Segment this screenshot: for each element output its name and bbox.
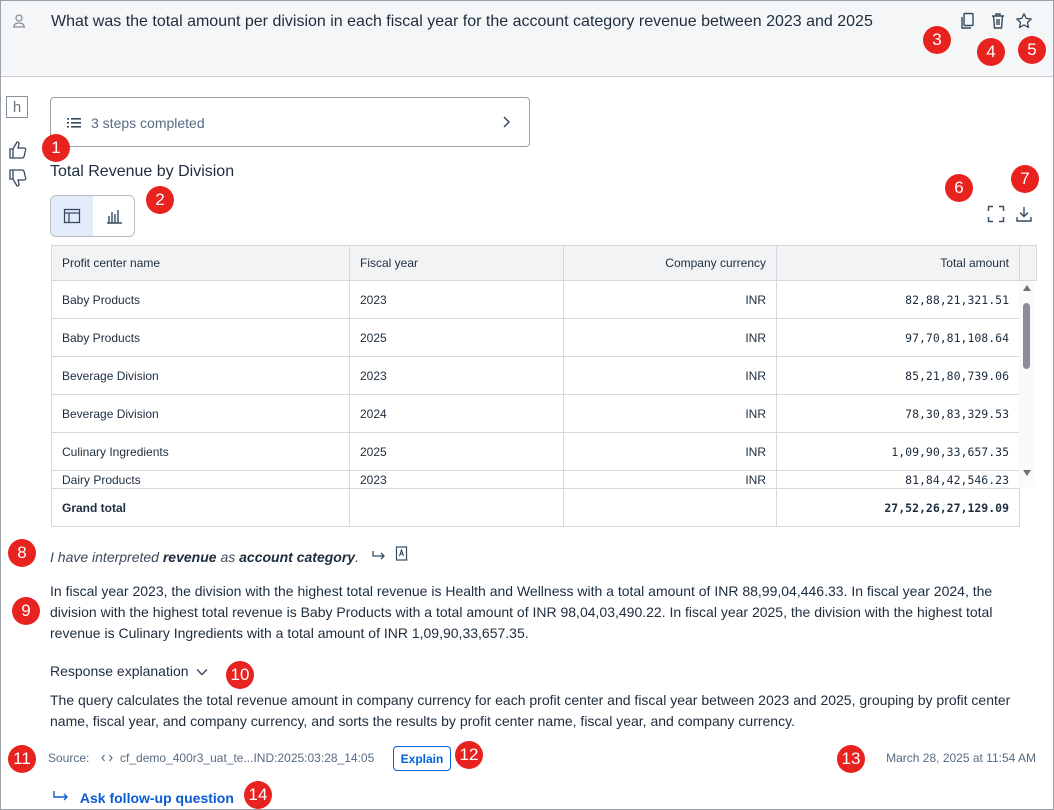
cell: 2023: [349, 470, 564, 489]
app-logo: h: [6, 96, 28, 118]
annotation-badge: 8: [8, 539, 36, 567]
follow-up-link[interactable]: Ask follow-up question: [52, 790, 234, 806]
favorite-star-icon[interactable]: [1015, 12, 1033, 30]
steps-label: 3 steps completed: [91, 115, 205, 131]
annotation-badge: 6: [945, 174, 973, 202]
interpretation-text: I have interpreted revenue as account ca…: [50, 546, 409, 565]
cell: Beverage Division: [51, 394, 350, 433]
annotation-badge: 7: [1011, 165, 1039, 193]
fullscreen-icon[interactable]: [987, 205, 1005, 223]
cell: 78,30,83,329.53: [776, 394, 1020, 433]
cell: INR: [563, 432, 777, 471]
cell: INR: [563, 394, 777, 433]
cell: 81,84,42,546.23: [776, 470, 1020, 489]
column-header[interactable]: Fiscal year: [349, 245, 564, 281]
view-toggle: [50, 195, 135, 237]
source-value[interactable]: cf_demo_400r3_uat_te...IND:2025:03:28_14…: [120, 751, 374, 765]
result-title: Total Revenue by Division: [50, 163, 235, 180]
list-icon: [67, 116, 81, 134]
table-row[interactable]: Culinary Ingredients 2025 INR 1,09,90,33…: [51, 432, 1037, 471]
annotation-badge: 3: [923, 26, 951, 54]
grand-total-value: 27,52,26,27,129.09: [776, 488, 1020, 527]
cell: Dairy Products: [51, 470, 350, 489]
cell: 2024: [349, 394, 564, 433]
delete-icon[interactable]: [989, 12, 1007, 30]
cell: Culinary Ingredients: [51, 432, 350, 471]
annotation-badge: 2: [146, 186, 174, 214]
cell: Baby Products: [51, 280, 350, 319]
question-header: What was the total amount per division i…: [1, 1, 1053, 77]
column-header[interactable]: Total amount: [776, 245, 1020, 281]
grand-total-row: Grand total 27,52,26,27,129.09: [51, 488, 1037, 527]
cell: 2023: [349, 280, 564, 319]
cell: 2025: [349, 432, 564, 471]
scroll-down-icon[interactable]: [1022, 469, 1032, 477]
annotation-badge: 12: [455, 741, 483, 769]
chevron-down-icon: [196, 669, 208, 676]
follow-up-arrow-icon: [53, 791, 68, 801]
table-icon: [63, 208, 81, 224]
table-header-row: Profit center name Fiscal year Company c…: [51, 245, 1037, 281]
scroll-up-icon[interactable]: [1022, 284, 1032, 292]
cell: Beverage Division: [51, 356, 350, 395]
download-icon[interactable]: [1015, 205, 1033, 223]
cell: INR: [563, 280, 777, 319]
table-view-button[interactable]: [51, 196, 93, 236]
cell: 82,88,21,321.51: [776, 280, 1020, 319]
cell: 2023: [349, 356, 564, 395]
annotation-badge: 10: [226, 661, 254, 689]
results-table: Profit center name Fiscal year Company c…: [51, 245, 1037, 527]
annotation-badge: 1: [42, 134, 70, 162]
grand-total-label: Grand total: [51, 488, 350, 527]
chart-view-button[interactable]: [93, 196, 134, 236]
table-row[interactable]: Dairy Products 2023 INR 81,84,42,546.23: [51, 470, 1037, 489]
copy-icon[interactable]: [959, 12, 977, 30]
scrollbar-header-spacer: [1019, 245, 1037, 281]
column-header[interactable]: Company currency: [563, 245, 777, 281]
cell: INR: [563, 318, 777, 357]
response-explanation-toggle[interactable]: Response explanation: [50, 663, 208, 679]
table-scrollbar[interactable]: [1019, 281, 1035, 487]
steps-completed-panel[interactable]: 3 steps completed: [50, 97, 530, 147]
cell: INR: [563, 356, 777, 395]
bar-chart-icon: [107, 210, 122, 224]
scrollbar-thumb[interactable]: [1023, 303, 1030, 369]
table-row[interactable]: Baby Products 2025 INR 97,70,81,108.64: [51, 318, 1037, 357]
chevron-right-icon: [501, 115, 511, 134]
column-header[interactable]: Profit center name: [51, 245, 350, 281]
annotation-badge: 9: [12, 597, 40, 625]
answer-summary: In fiscal year 2023, the division with t…: [50, 583, 993, 641]
redirect-arrow-icon[interactable]: [371, 549, 391, 565]
question-text: What was the total amount per division i…: [51, 13, 873, 30]
table-row[interactable]: Beverage Division 2024 INR 78,30,83,329.…: [51, 394, 1037, 433]
cell: INR: [563, 470, 777, 489]
cell: Baby Products: [51, 318, 350, 357]
table-row[interactable]: Beverage Division 2023 INR 85,21,80,739.…: [51, 356, 1037, 395]
timestamp: March 28, 2025 at 11:54 AM: [886, 751, 1036, 765]
glossary-icon[interactable]: [395, 546, 409, 565]
explanation-text: The query calculates the total revenue a…: [50, 692, 1011, 729]
source-info: Source: cf_demo_400r3_uat_te...IND:2025:…: [48, 751, 375, 765]
annotation-badge: 11: [8, 745, 36, 773]
cell: 97,70,81,108.64: [776, 318, 1020, 357]
annotation-badge: 14: [244, 781, 272, 809]
explain-button[interactable]: Explain: [393, 746, 451, 771]
thumbs-down-icon[interactable]: [8, 168, 28, 193]
cell: 1,09,90,33,657.35: [776, 432, 1020, 471]
annotation-badge: 4: [977, 38, 1005, 66]
thumbs-up-icon[interactable]: [8, 140, 28, 165]
annotation-badge: 13: [837, 745, 865, 773]
user-icon: [11, 13, 27, 34]
code-icon: [100, 751, 116, 765]
annotation-badge: 5: [1018, 36, 1046, 64]
cell: 85,21,80,739.06: [776, 356, 1020, 395]
cell: 2025: [349, 318, 564, 357]
table-row[interactable]: Baby Products 2023 INR 82,88,21,321.51: [51, 280, 1037, 319]
